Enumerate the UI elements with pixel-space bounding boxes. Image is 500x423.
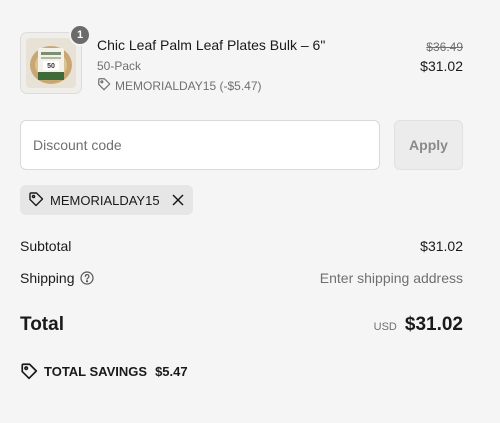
total-savings-label: TOTAL SAVINGS (44, 363, 148, 379)
compare-at-price: $36.49 (426, 40, 463, 54)
applied-discount-tag: MEMORIALDAY15 (20, 185, 193, 215)
line-item-price: $31.02 (420, 58, 463, 74)
product-variant: 50-Pack (97, 59, 142, 73)
tag-icon (20, 362, 38, 380)
shipping-value: Enter shipping address (319, 270, 463, 286)
shipping-label: Shipping (20, 270, 75, 286)
total-value: $31.02 (404, 314, 463, 335)
tag-icon (28, 191, 44, 210)
discount-code-input[interactable] (20, 120, 380, 170)
cart-line-item: 50 1 Chic Leaf Palm Leaf Plates Bulk – 6… (20, 24, 463, 96)
subtotal-value: $31.02 (420, 238, 463, 254)
quantity-badge: 1 (69, 24, 91, 46)
currency-code: USD (373, 321, 397, 333)
applied-discount-code: MEMORIALDAY15 (50, 192, 160, 208)
item-discount: MEMORIALDAY15 (-$5.47) (97, 77, 262, 94)
total-row: Total USD $31.02 (20, 312, 463, 340)
total-savings: TOTAL SAVINGS $5.47 (20, 362, 188, 380)
subtotal-label: Subtotal (20, 238, 72, 254)
apply-discount-button[interactable]: Apply (394, 120, 463, 170)
total-label: Total (20, 314, 64, 335)
total-savings-value: $5.47 (155, 363, 188, 379)
help-circle-icon[interactable] (79, 271, 94, 285)
product-title: Chic Leaf Palm Leaf Plates Bulk – 6" (97, 37, 326, 53)
tag-icon (97, 77, 111, 94)
total-amount-group: USD $31.02 (374, 314, 463, 336)
shipping-label-group: Shipping (20, 270, 94, 286)
shipping-row: Shipping Enter shipping address (20, 270, 463, 290)
item-discount-label: MEMORIALDAY15 (-$5.47) (115, 78, 262, 93)
thumbnail-count-text: 50 (47, 63, 55, 70)
remove-discount-icon[interactable] (171, 193, 185, 207)
subtotal-row: Subtotal $31.02 (20, 238, 463, 258)
